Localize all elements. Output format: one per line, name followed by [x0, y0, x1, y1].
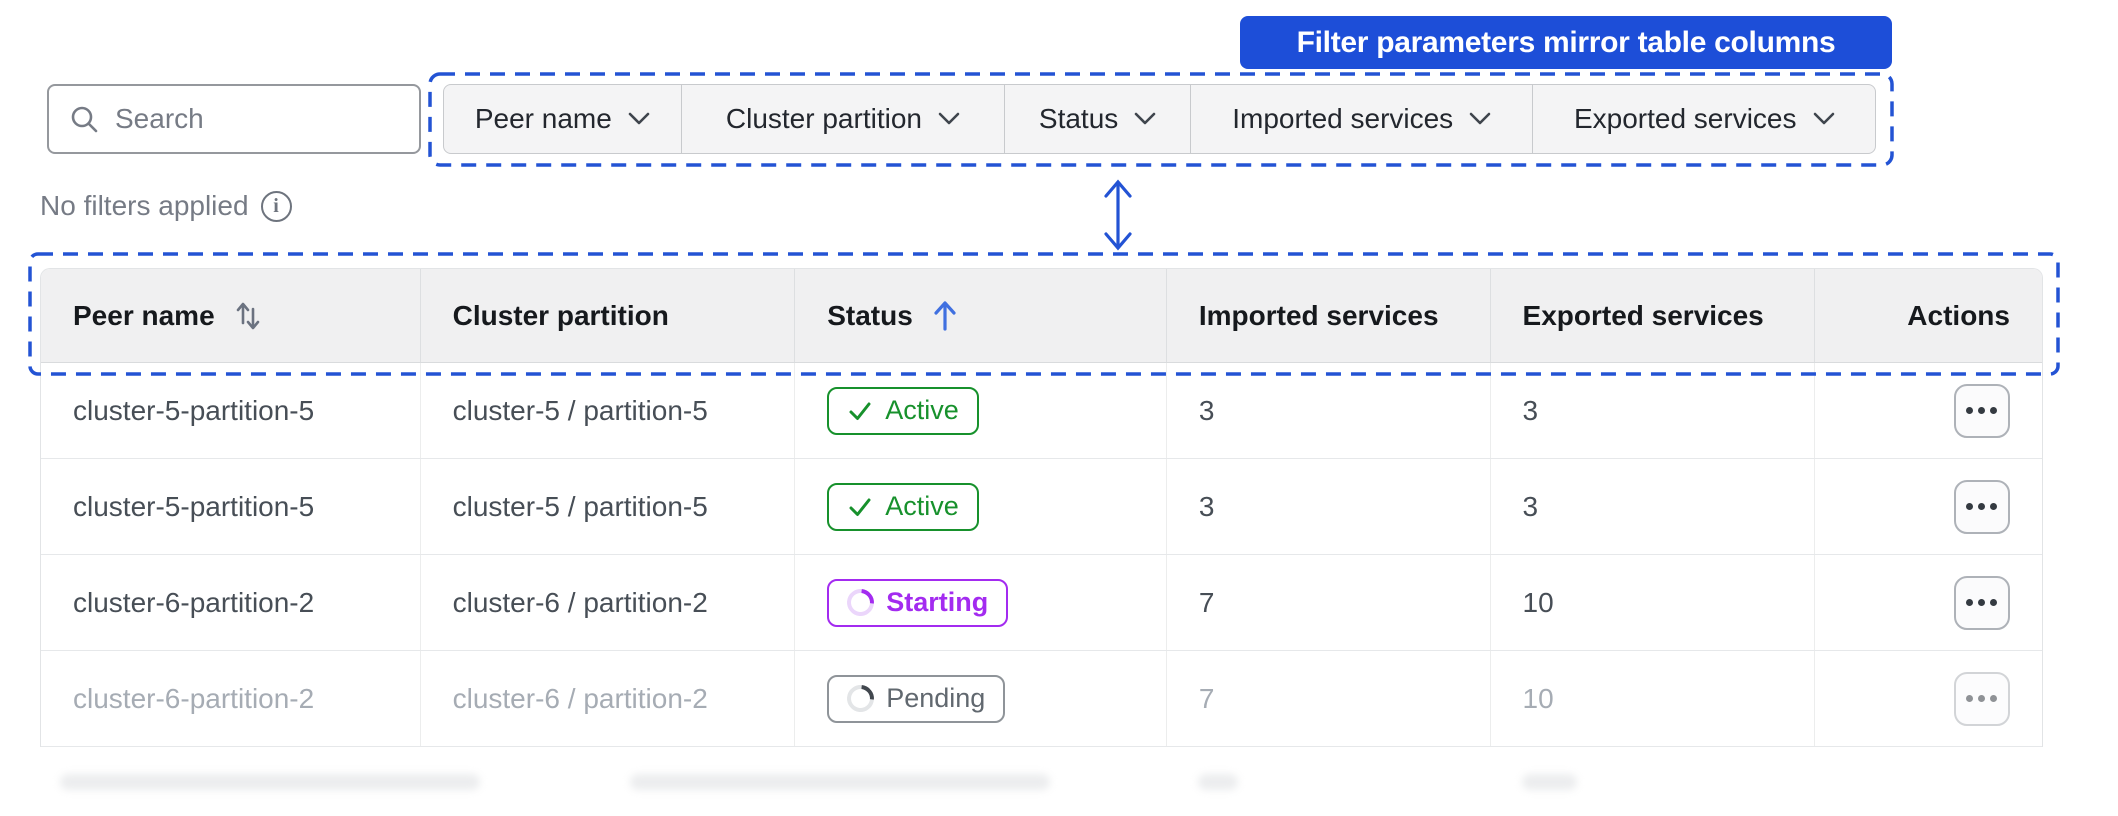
spinner-icon: [841, 679, 880, 718]
chevron-down-icon: [1469, 112, 1491, 125]
column-header-label: Peer name: [73, 299, 215, 331]
column-header-label: Imported services: [1198, 299, 1439, 331]
faded-row-hint: [40, 760, 2043, 806]
cell-actions: [1814, 555, 2042, 650]
filter-status-line: No filters applied i: [40, 190, 292, 222]
filter-chip-cluster-partition[interactable]: Cluster partition: [680, 85, 1005, 153]
filter-chip-status[interactable]: Status: [1004, 85, 1190, 153]
ellipsis-icon: [1966, 599, 1974, 606]
cell-status: Pending: [794, 651, 1166, 746]
row-actions-button[interactable]: [1953, 671, 2010, 726]
ellipsis-icon: [1978, 503, 1986, 510]
info-icon[interactable]: i: [260, 190, 292, 222]
cell-cluster-partition: cluster-6 / partition-2: [419, 555, 795, 650]
column-header-label: Exported services: [1522, 299, 1764, 331]
table-row: cluster-5-partition-5 cluster-5 / partiti…: [41, 363, 2042, 459]
cell-exported-services: 3: [1489, 459, 1815, 554]
filter-chip-label: Status: [1038, 103, 1119, 134]
cell-imported-services: 3: [1165, 363, 1490, 458]
column-header-label: Status: [827, 299, 913, 331]
peers-table: Peer name Cluster partition Status Imported…: [40, 268, 2043, 747]
status-badge-starting: Starting: [827, 578, 1009, 627]
cell-peer-name: cluster-5-partition-5: [73, 490, 315, 522]
filter-chip-exported-services[interactable]: Exported services: [1532, 85, 1875, 153]
cell-cluster-partition: cluster-5 / partition-5: [419, 459, 795, 554]
ellipsis-icon: [1990, 599, 1998, 606]
table-row: cluster-6-partition-2 cluster-6 / partiti…: [41, 555, 2042, 651]
status-badge-pending: Pending: [827, 674, 1006, 723]
cell-actions: [1814, 459, 2042, 554]
filter-chip-label: Peer name: [474, 103, 612, 134]
table-header-row: Peer name Cluster partition Status Imported…: [41, 269, 2042, 363]
row-actions-button[interactable]: [1953, 575, 2010, 630]
page: Filter parameters mirror table columns S…: [0, 0, 2118, 816]
filter-status-text: No filters applied: [40, 190, 249, 221]
cell-exported-services: 10: [1489, 555, 1815, 650]
column-header-label: Actions: [1907, 299, 2010, 331]
filter-chip-imported-services[interactable]: Imported services: [1189, 85, 1533, 153]
search-input[interactable]: Search: [47, 84, 421, 154]
filter-chip-group: Peer name Cluster partition Status Imported…: [443, 84, 1876, 154]
cell-imported-services: 7: [1165, 651, 1490, 746]
search-placeholder: Search: [115, 103, 204, 134]
row-actions-button[interactable]: [1953, 479, 2010, 534]
chevron-down-icon: [628, 112, 650, 125]
ellipsis-icon: [1990, 503, 1998, 510]
ellipsis-icon: [1966, 695, 1974, 702]
cell-actions: [1814, 363, 2042, 458]
ellipsis-icon: [1966, 503, 1974, 510]
filter-chip-peer-name[interactable]: Peer name: [444, 85, 681, 153]
status-badge-active: Active: [827, 482, 979, 531]
chevron-down-icon: [1813, 112, 1834, 125]
callout-banner: Filter parameters mirror table columns: [1240, 16, 1892, 69]
cell-imported-services: 7: [1165, 555, 1490, 650]
check-icon: [849, 498, 871, 516]
column-header-label: Cluster partition: [452, 299, 669, 331]
column-header-actions: Actions: [1814, 269, 2042, 362]
cell-actions: [1814, 651, 2042, 746]
ellipsis-icon: [1978, 407, 1986, 414]
ellipsis-icon: [1990, 695, 1998, 702]
cell-imported-services: 3: [1165, 459, 1490, 554]
cell-exported-services: 3: [1489, 363, 1815, 458]
chevron-down-icon: [938, 112, 960, 125]
status-badge-label: Active: [885, 491, 959, 521]
filter-chip-label: Cluster partition: [725, 103, 922, 134]
column-header-exported-services: Exported services: [1489, 269, 1815, 362]
chevron-down-icon: [1134, 112, 1156, 125]
search-icon: [71, 106, 98, 133]
table-row: cluster-5-partition-5 cluster-5 / partiti…: [41, 459, 2042, 555]
cell-status: Active: [794, 459, 1166, 554]
column-header-peer-name[interactable]: Peer name: [41, 269, 420, 362]
status-badge-label: Pending: [886, 683, 986, 713]
sort-both-icon: [236, 302, 259, 329]
filter-chip-label: Imported services: [1232, 103, 1454, 134]
status-badge-active: Active: [827, 386, 979, 435]
cell-peer-name: cluster-5-partition-5: [73, 394, 315, 426]
ellipsis-icon: [1978, 599, 1986, 606]
cell-peer-name: cluster-6-partition-2: [73, 682, 315, 714]
cell-exported-services: 10: [1489, 651, 1815, 746]
cell-status: Starting: [794, 555, 1166, 650]
cell-peer-name: cluster-6-partition-2: [73, 586, 315, 618]
cell-cluster-partition: cluster-5 / partition-5: [419, 363, 795, 458]
cell-cluster-partition: cluster-6 / partition-2: [419, 651, 795, 746]
column-header-status[interactable]: Status: [794, 269, 1166, 362]
status-badge-label: Starting: [886, 587, 989, 617]
status-badge-label: Active: [885, 395, 959, 425]
check-icon: [849, 402, 871, 420]
row-actions-button[interactable]: [1953, 383, 2010, 438]
table-body: cluster-5-partition-5 cluster-5 / partiti…: [41, 363, 2042, 747]
cell-status: Active: [794, 363, 1166, 458]
ellipsis-icon: [1978, 695, 1986, 702]
filter-chip-label: Exported services: [1573, 103, 1797, 134]
mapping-arrow-icon: [1104, 179, 1132, 251]
ellipsis-icon: [1966, 407, 1974, 414]
spinner-icon: [841, 583, 880, 622]
ellipsis-icon: [1990, 407, 1998, 414]
sort-ascending-icon: [934, 300, 956, 331]
table-row: cluster-6-partition-2 cluster-6 / partiti…: [41, 651, 2042, 747]
column-header-imported-services: Imported services: [1165, 269, 1490, 362]
column-header-cluster-partition: Cluster partition: [419, 269, 795, 362]
